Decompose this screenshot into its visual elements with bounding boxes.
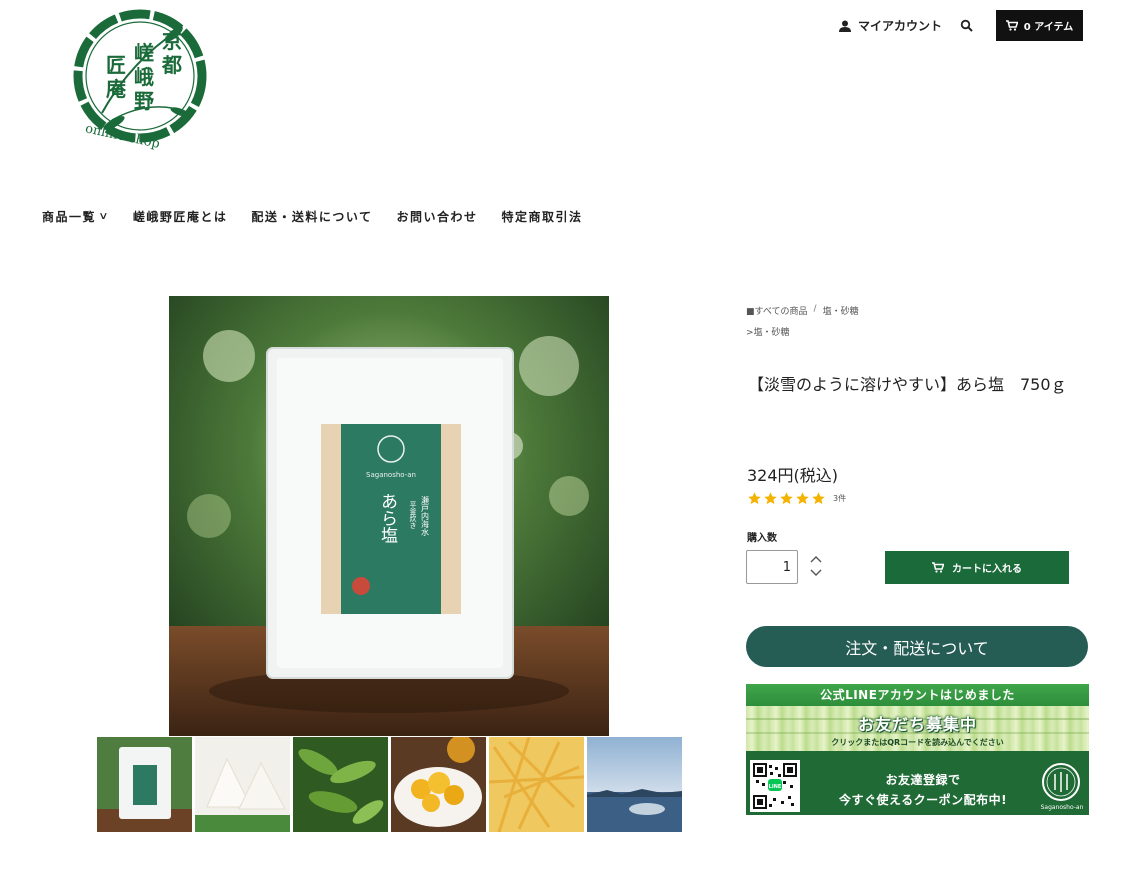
breadcrumb-separator: / — [813, 304, 817, 314]
package-label-right: 瀬戸内海水 — [421, 495, 430, 536]
logo-char-3: 嵯 — [134, 41, 154, 65]
top-nav: マイアカウント 0 アイテム — [838, 10, 1083, 41]
thumbnail-fries[interactable] — [489, 737, 584, 832]
shop-logo-icon — [1042, 763, 1080, 801]
nav-products[interactable]: 商品一覧 ∨ — [42, 208, 109, 225]
logo-tagline: online shop — [84, 121, 161, 151]
banner-bottom-text: お友達登録で 今すぐ使えるクーポン配布中! — [808, 770, 1038, 810]
logo-char-7: 庵 — [106, 77, 127, 101]
thumbnail-edamame[interactable] — [293, 737, 388, 832]
star-icon — [812, 492, 825, 505]
banner-bottom-line1: お友達登録で — [885, 773, 961, 787]
star-icon — [748, 492, 761, 505]
logo-char-1: 京 — [162, 29, 182, 53]
main-nav: 商品一覧 ∨ 嵯峨野匠庵とは 配送・送料について お問い合わせ 特定商取引法 — [42, 208, 583, 225]
breadcrumb: ■すべての商品 / 塩・砂糖 — [746, 304, 859, 317]
cart-icon — [932, 562, 944, 573]
line-friend-banner[interactable]: 公式LINEアカウントはじめました お友だち募集中 クリックまたはQRコードを読… — [746, 684, 1089, 815]
logo-char-5: 野 — [134, 89, 154, 113]
svg-text:LINE: LINE — [769, 784, 782, 790]
product-thumbnails — [97, 737, 682, 832]
nav-shipping-label: 配送・送料について — [251, 210, 373, 224]
category-link[interactable]: >塩・砂糖 — [746, 325, 790, 338]
nav-contact-label: お問い合わせ — [396, 210, 478, 224]
logo-char-4: 峨 — [134, 65, 154, 89]
logo-char-6: 匠 — [106, 53, 126, 77]
thumbnail-corn[interactable] — [391, 737, 486, 832]
banner-subtitle: クリックまたはQRコードを読み込んでください — [831, 738, 1004, 747]
thumbnail-sea[interactable] — [587, 737, 682, 832]
nav-shipping[interactable]: 配送・送料について — [251, 208, 372, 225]
order-shipping-info-button[interactable]: 注文・配送について — [746, 626, 1088, 667]
my-account-label: マイアカウント — [857, 19, 942, 33]
cart-icon — [1005, 20, 1018, 31]
site-logo[interactable]: 京 都 嵯 峨 野 匠 庵 online shop — [72, 8, 212, 158]
star-icon — [796, 492, 809, 505]
nav-legal-label: 特定商取引法 — [501, 210, 583, 224]
chevron-down-icon: ∨ — [98, 211, 111, 222]
user-icon — [838, 20, 851, 32]
package-label-right2: 平釜炊き — [409, 501, 417, 529]
banner-logo-text: Saganosho-an — [1040, 804, 1084, 811]
banner-bottom-line2: 今すぐ使えるクーポン配布中! — [838, 793, 1008, 807]
add-to-cart-button[interactable]: カートに入れる — [885, 551, 1069, 584]
product-rating[interactable]: 3件 — [747, 491, 846, 506]
nav-products-label: 商品一覧 — [42, 210, 97, 224]
my-account-link[interactable]: マイアカウント — [838, 17, 942, 34]
cart-button[interactable]: 0 アイテム — [996, 10, 1083, 41]
thumbnail-onigiri[interactable] — [195, 737, 290, 832]
qr-code[interactable]: LINE — [750, 760, 800, 812]
package-romaji: Saganosho-an — [366, 471, 416, 479]
product-price: 324円(税込) — [747, 466, 839, 485]
banner-head: 公式LINEアカウントはじめました — [746, 684, 1089, 706]
breadcrumb-all-products[interactable]: ■すべての商品 — [746, 304, 808, 317]
product-title: 【淡雪のように溶けやすい】あら塩 750ｇ — [748, 375, 1067, 394]
package-name: あら塩 — [377, 492, 398, 543]
order-shipping-info-label: 注文・配送について — [845, 638, 989, 658]
nav-about[interactable]: 嵯峨野匠庵とは — [133, 208, 228, 225]
thumbnail-package[interactable] — [97, 737, 192, 832]
star-icon — [764, 492, 777, 505]
logo-char-2: 都 — [161, 53, 182, 77]
product-main-image[interactable]: Saganosho-an あら塩 瀬戸内海水 平釜炊き SEA SALT — [169, 296, 609, 736]
add-to-cart-label: カートに入れる — [952, 564, 1022, 575]
banner-title: お友だち募集中 — [857, 715, 977, 734]
cart-label: 0 アイテム — [1023, 22, 1074, 33]
quantity-label: 購入数 — [747, 533, 777, 544]
quantity-stepper[interactable] — [809, 555, 823, 577]
search-icon[interactable] — [960, 19, 974, 33]
quantity-input[interactable] — [746, 550, 798, 584]
star-icon — [780, 492, 793, 505]
package-en: SEA SALT — [377, 596, 405, 603]
nav-legal[interactable]: 特定商取引法 — [502, 208, 583, 225]
nav-contact[interactable]: お問い合わせ — [397, 208, 478, 225]
review-count[interactable]: 3件 — [833, 493, 846, 504]
breadcrumb-category[interactable]: 塩・砂糖 — [823, 304, 859, 317]
nav-about-label: 嵯峨野匠庵とは — [132, 210, 228, 224]
